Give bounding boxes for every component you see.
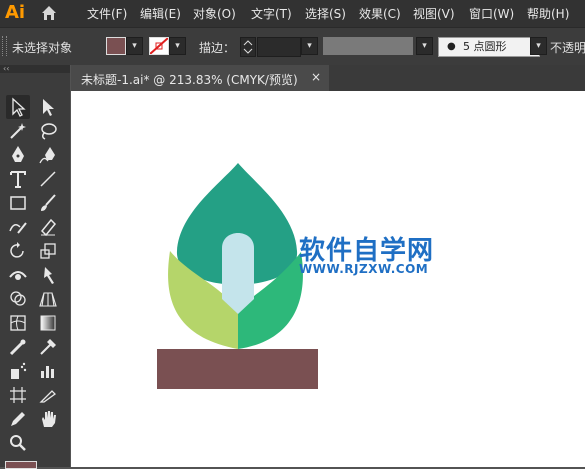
collapse-panel-icon[interactable]: ‹‹ <box>3 64 9 73</box>
variable-width-profile[interactable] <box>323 37 413 55</box>
type-tool-icon[interactable] <box>6 167 30 191</box>
opacity-label[interactable]: 不透明 <box>550 39 585 56</box>
puppet-warp-tool-icon[interactable] <box>36 263 60 287</box>
artboard-canvas[interactable]: 软件自学网 WWW.RJZXW.COM <box>71 91 585 467</box>
brush-dot-icon: ● <box>447 41 456 52</box>
gradient-tool-icon[interactable] <box>36 311 60 335</box>
stroke-weight-stepper[interactable] <box>240 37 256 57</box>
home-icon[interactable] <box>40 4 58 22</box>
stroke-weight-input[interactable] <box>257 37 301 57</box>
brush-value: 5 点圆形 <box>463 40 507 53</box>
document-tab-title: 未标题-1.ai* @ 213.83% (CMYK/预览) <box>81 73 298 87</box>
menu-window[interactable]: 窗口(W) <box>469 5 514 22</box>
pencil-tool-icon[interactable] <box>6 407 30 431</box>
paintbrush-tool-icon[interactable] <box>36 191 60 215</box>
selection-tool-icon[interactable] <box>6 95 30 119</box>
stem-shape[interactable] <box>222 233 254 314</box>
brush-chevron-icon[interactable]: ▾ <box>530 37 547 55</box>
menu-type[interactable]: 文字(T) <box>251 5 292 22</box>
panel-grip[interactable] <box>2 36 7 56</box>
curvature-tool-icon[interactable] <box>36 143 60 167</box>
line-segment-tool-icon[interactable] <box>36 167 60 191</box>
artwork <box>157 163 318 389</box>
document-tab[interactable]: 未标题-1.ai* @ 213.83% (CMYK/预览) × <box>71 65 329 91</box>
artboard-tool-icon[interactable] <box>6 383 30 407</box>
slice-tool-icon[interactable] <box>36 383 60 407</box>
menu-edit[interactable]: 编辑(E) <box>140 5 181 22</box>
brush-definition[interactable]: ● 5 点圆形 <box>438 37 540 57</box>
shape-builder-tool-icon[interactable] <box>6 287 30 311</box>
zoom-tool-icon[interactable] <box>6 431 30 455</box>
tools-panel <box>0 73 70 467</box>
lasso-tool-icon[interactable] <box>36 119 60 143</box>
perspective-grid-tool-icon[interactable] <box>36 287 60 311</box>
menu-view[interactable]: 视图(V) <box>413 5 455 22</box>
eyedropper-tool-icon[interactable] <box>6 335 30 359</box>
menu-bar: Ai 文件(F) 编辑(E) 对象(O) 文字(T) 选择(S) 效果(C) 视… <box>0 0 585 27</box>
stroke-label: 描边： <box>199 41 236 55</box>
menu-help[interactable]: 帮助(H) <box>527 5 569 22</box>
menu-file[interactable]: 文件(F) <box>87 5 127 22</box>
profile-chevron-icon[interactable]: ▾ <box>416 37 433 55</box>
app-logo: Ai <box>5 2 26 23</box>
shaper-tool-icon[interactable] <box>6 215 30 239</box>
close-icon[interactable]: × <box>311 70 321 84</box>
menu-select[interactable]: 选择(S) <box>305 5 346 22</box>
menu-effect[interactable]: 效果(C) <box>359 5 401 22</box>
menu-object[interactable]: 对象(O) <box>193 5 236 22</box>
fill-color-swatch[interactable] <box>106 37 126 55</box>
symbol-sprayer-tool-icon[interactable] <box>6 359 30 383</box>
document-tab-bar: 未标题-1.ai* @ 213.83% (CMYK/预览) × <box>71 65 585 91</box>
scale-tool-icon[interactable] <box>36 239 60 263</box>
mesh-tool-icon[interactable] <box>6 311 30 335</box>
no-stroke-icon <box>150 38 168 54</box>
watermark-url: WWW.RJZXW.COM <box>299 262 429 276</box>
tools-panel-header[interactable]: ‹‹ <box>0 65 70 73</box>
rotate-tool-icon[interactable] <box>6 239 30 263</box>
pot-shape[interactable] <box>157 349 318 389</box>
fill-stroke-indicator[interactable] <box>5 461 37 469</box>
rectangle-tool-icon[interactable] <box>6 191 30 215</box>
selection-status: 未选择对象 <box>12 41 73 55</box>
eraser-tool-icon[interactable] <box>36 215 60 239</box>
control-bar: 未选择对象 ▾ ▾ 描边： ▾ ▾ ● 5 点圆形 ▾ 不透明 <box>0 27 585 65</box>
column-graph-tool-icon[interactable] <box>36 359 60 383</box>
stroke-weight-chevron-icon[interactable]: ▾ <box>301 37 318 55</box>
width-tool-icon[interactable] <box>6 263 30 287</box>
magic-wand-tool-icon[interactable] <box>6 119 30 143</box>
blend-tool-icon[interactable] <box>36 335 60 359</box>
direct-selection-tool-icon[interactable] <box>36 95 60 119</box>
stroke-none-swatch[interactable] <box>149 37 169 55</box>
stroke-dropdown-chevron-icon[interactable]: ▾ <box>169 37 186 55</box>
fill-dropdown-chevron-icon[interactable]: ▾ <box>126 37 143 55</box>
stepper-arrows-icon <box>243 40 253 54</box>
pen-tool-icon[interactable] <box>6 143 30 167</box>
hand-tool-icon[interactable] <box>36 407 60 431</box>
